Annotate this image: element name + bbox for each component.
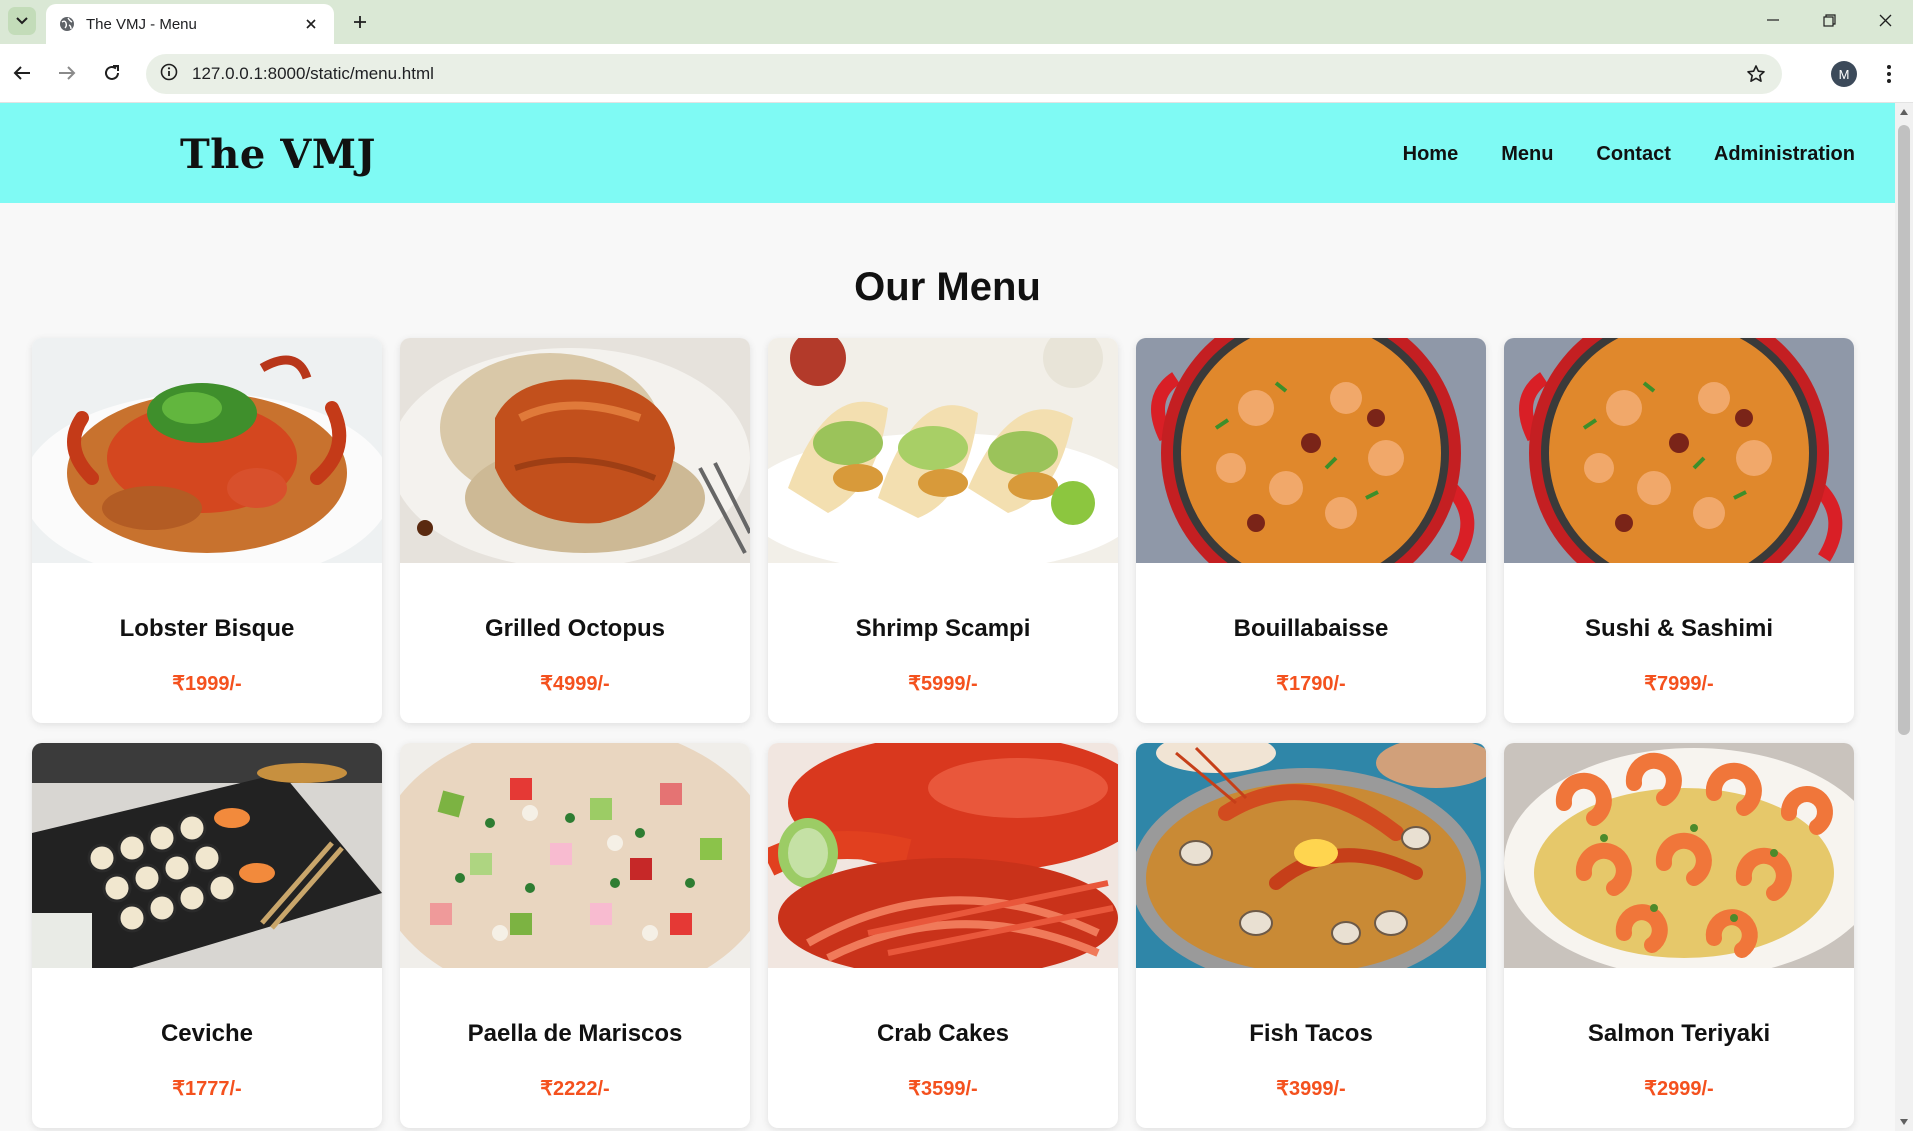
chevron-down-icon (16, 17, 28, 25)
shrimp-paella-pan-photo (1504, 338, 1854, 563)
menu-item-price: ₹7999/- (1644, 673, 1714, 695)
seafood-paella-photo (1136, 743, 1486, 968)
menu-card[interactable]: Paella de Mariscos ₹2222/- (400, 743, 750, 1128)
menu-item-price: ₹1999/- (172, 673, 242, 695)
menu-item-price: ₹1777/- (172, 1078, 242, 1100)
menu-item-name: Grilled Octopus (484, 615, 666, 642)
site-logo[interactable]: The VMJ (180, 131, 376, 178)
fish-tacos-photo (768, 338, 1118, 563)
crab-dish-photo (32, 338, 382, 563)
menu-card[interactable]: Salmon Teriyaki ₹2999/- (1504, 743, 1854, 1128)
menu-item-name: Lobster Bisque (119, 615, 295, 642)
tab-title: The VMJ - Menu (86, 15, 197, 33)
active-tab[interactable]: The VMJ - Menu (46, 4, 334, 44)
site-info-icon[interactable] (160, 63, 178, 86)
close-tab-icon[interactable] (300, 13, 322, 35)
nav-menu-link[interactable]: Menu (1501, 143, 1553, 166)
menu-item-name: Sushi & Sashimi (1584, 615, 1774, 642)
menu-card[interactable]: Lobster Bisque ₹1999/- (32, 338, 382, 723)
scroll-down-arrow-icon[interactable] (1900, 1119, 1908, 1125)
more-menu-icon[interactable] (1874, 59, 1904, 89)
menu-item-name: Shrimp Scampi (855, 615, 1031, 642)
menu-card[interactable]: Crab Cakes ₹3599/- (768, 743, 1118, 1128)
back-arrow-icon[interactable] (5, 56, 39, 90)
minimize-icon[interactable] (1745, 0, 1801, 40)
reload-icon[interactable] (95, 56, 129, 90)
browser-toolbar: 127.0.0.1:8000/static/menu.html M (0, 44, 1913, 103)
tab-search-button[interactable] (8, 7, 36, 35)
site-header: The VMJ Home Menu Contact Administration (0, 103, 1895, 203)
menu-grid: Lobster Bisque ₹1999/- Grilled Octopus ₹… (32, 338, 1854, 1128)
page-viewport: The VMJ Home Menu Contact Administration… (0, 103, 1895, 1131)
bookmark-star-icon[interactable] (1744, 62, 1768, 86)
menu-card[interactable]: Bouillabaisse ₹1790/- (1136, 338, 1486, 723)
menu-item-price: ₹3999/- (1276, 1078, 1346, 1100)
menu-card[interactable]: Ceviche ₹1777/- (32, 743, 382, 1128)
menu-item-name: Ceviche (160, 1020, 254, 1047)
menu-card[interactable]: Grilled Octopus ₹4999/- (400, 338, 750, 723)
ceviche-bowl-photo (400, 743, 750, 968)
browser-tab-strip: The VMJ - Menu (0, 0, 1913, 44)
url-text: 127.0.0.1:8000/static/menu.html (192, 64, 434, 83)
menu-item-price: ₹2222/- (540, 1078, 610, 1100)
page-scrollbar[interactable] (1895, 103, 1913, 1131)
scroll-up-arrow-icon[interactable] (1900, 109, 1908, 115)
globe-icon (58, 15, 76, 33)
close-window-icon[interactable] (1857, 0, 1913, 40)
menu-item-price: ₹3599/- (908, 1078, 978, 1100)
glazed-salmon-photo (400, 338, 750, 563)
menu-card[interactable]: Sushi & Sashimi ₹7999/- (1504, 338, 1854, 723)
sushi-platter-photo (32, 743, 382, 968)
restore-icon[interactable] (1801, 0, 1857, 40)
menu-item-price: ₹1790/- (1276, 673, 1346, 695)
profile-avatar[interactable]: M (1831, 61, 1857, 87)
page-title: Our Menu (854, 265, 1041, 309)
menu-item-price: ₹4999/- (540, 673, 610, 695)
new-tab-icon[interactable] (346, 8, 374, 36)
garlic-shrimp-photo (1504, 743, 1854, 968)
nav-contact-link[interactable]: Contact (1596, 143, 1670, 166)
shrimp-paella-pan-photo (1136, 338, 1486, 563)
address-bar[interactable]: 127.0.0.1:8000/static/menu.html (146, 54, 1782, 94)
menu-card[interactable]: Fish Tacos ₹3999/- (1136, 743, 1486, 1128)
menu-card[interactable]: Shrimp Scampi ₹5999/- (768, 338, 1118, 723)
main-nav: Home Menu Contact Administration (1403, 143, 1855, 166)
lobster-photo (768, 743, 1118, 968)
forward-arrow-icon[interactable] (50, 56, 84, 90)
nav-administration-link[interactable]: Administration (1714, 143, 1855, 166)
nav-home-link[interactable]: Home (1403, 143, 1459, 166)
menu-item-name: Fish Tacos (1249, 1020, 1373, 1047)
scrollbar-thumb[interactable] (1898, 125, 1910, 735)
menu-item-name: Salmon Teriyaki (1587, 1020, 1771, 1047)
menu-item-name: Paella de Mariscos (467, 1020, 683, 1047)
menu-item-name: Crab Cakes (876, 1020, 1010, 1047)
menu-item-name: Bouillabaisse (1233, 615, 1389, 642)
menu-item-price: ₹5999/- (908, 673, 978, 695)
menu-item-price: ₹2999/- (1644, 1078, 1714, 1100)
